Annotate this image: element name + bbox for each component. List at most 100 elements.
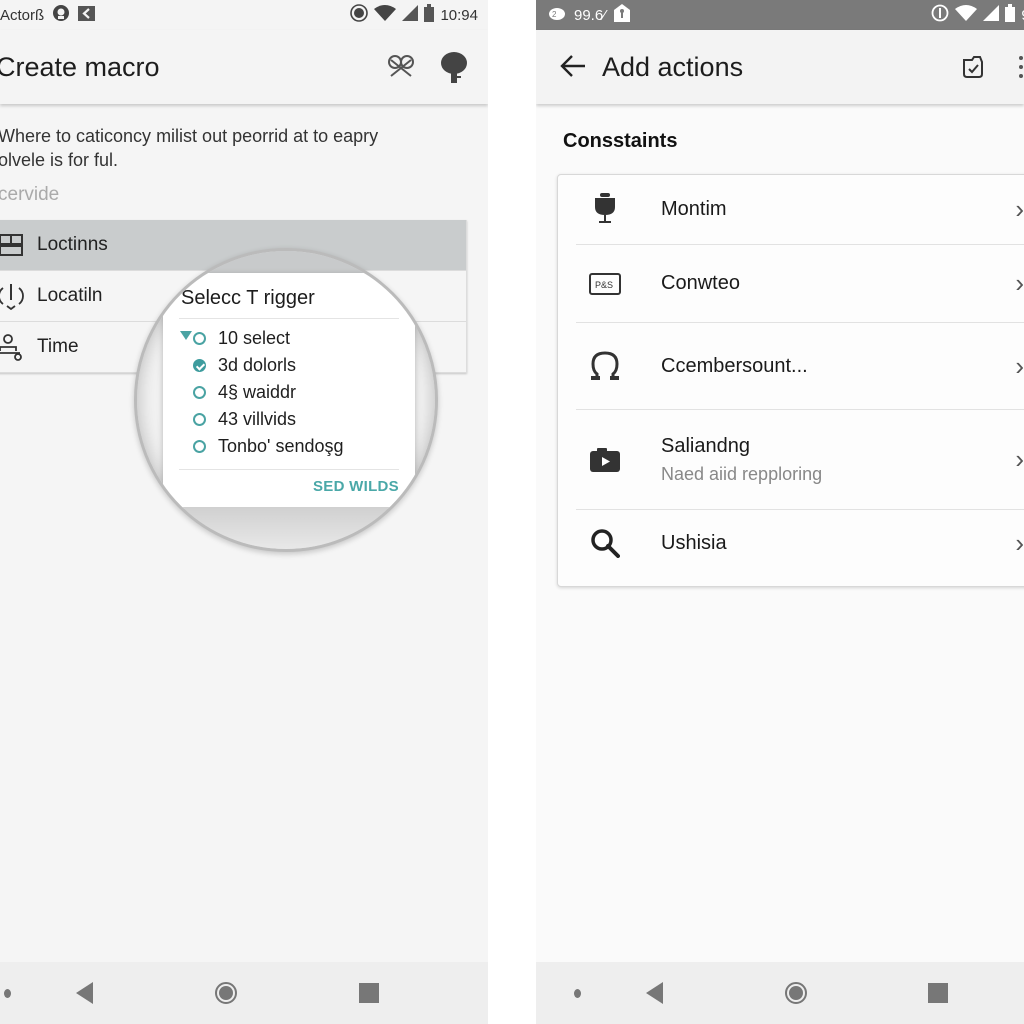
back-icon [76, 982, 93, 1004]
option-label: Tonbo' sendoşg [218, 436, 344, 456]
location-sync-icon [0, 283, 24, 310]
section-title: Consstaints [563, 130, 678, 152]
microphone-icon [588, 192, 622, 226]
select-trigger-dialog: Selecc T rigger 10 select 3d dolorls 4§ … [163, 273, 415, 509]
nav-bar [0, 962, 488, 1024]
radio-button[interactable] [193, 440, 206, 453]
action-item-montim[interactable]: Montim › [558, 175, 1024, 243]
more-icon[interactable] [1018, 54, 1024, 80]
back-icon [646, 982, 663, 1004]
create-macro-screen: Actorß 10:94 Create macro Where to catic… [0, 0, 488, 1024]
clock: 10:94 [440, 6, 478, 24]
app-bar: Add actions [536, 30, 1024, 104]
record-icon [350, 4, 369, 26]
radio-button[interactable] [193, 386, 206, 399]
triangle-marker-icon [180, 331, 192, 340]
chevron-right-icon: › [1015, 350, 1024, 381]
balloon-icon[interactable] [440, 52, 470, 84]
dialog-action-button[interactable]: SED WILDS [313, 478, 399, 495]
action-title: Ccembersount... [661, 354, 808, 377]
description-text: Where to caticoncy milist out peorrid at… [0, 126, 379, 170]
signal-icon [983, 5, 1000, 25]
wifi-icon [374, 5, 397, 25]
divider [179, 469, 399, 470]
magnifier-shadow [137, 507, 435, 549]
magnifier-overlay: Selecc T rigger 10 select 3d dolorls 4§ … [134, 248, 438, 552]
action-item-ushisia[interactable]: Ushisia › [558, 510, 1024, 576]
chevron-right-icon: › [1015, 527, 1024, 558]
trigger-option[interactable]: 10 select [180, 328, 291, 349]
signal-icon [402, 5, 419, 25]
data-usage-label: 99.6⁄ [574, 6, 606, 24]
omega-icon [588, 349, 622, 383]
recents-icon [928, 983, 948, 1003]
trigger-item-label: Locatiln [37, 285, 103, 306]
dialog-title: Selecc T rigger [181, 287, 315, 309]
link-icon[interactable] [386, 54, 416, 80]
page-title: Add actions [602, 51, 744, 82]
action-title: Ushisia [661, 531, 727, 554]
svg-text:P&S: P&S [595, 280, 613, 290]
page-title: Create macro [0, 51, 160, 82]
calendar-check-icon[interactable] [960, 54, 986, 80]
battery-icon [1005, 4, 1016, 26]
key-icon [613, 4, 630, 26]
home-button[interactable] [215, 982, 237, 1004]
notification-k-icon [78, 5, 96, 25]
battery-icon [424, 4, 435, 26]
cloud-icon: 2 [548, 6, 566, 24]
trigger-item-label: Loctinns [37, 234, 108, 255]
status-bar: 2 99.6⁄ 91 [536, 0, 1024, 30]
nav-bar [536, 962, 1024, 1024]
wifi-icon [955, 5, 978, 25]
add-actions-screen: 2 99.6⁄ 91 Add actions [536, 0, 1024, 1024]
carrier-label: Actorß [0, 6, 45, 24]
recents-button[interactable] [928, 983, 948, 1003]
divider [179, 318, 399, 319]
info-icon [931, 4, 949, 26]
section-hint: cervide [0, 184, 60, 205]
nav-dot [4, 988, 11, 998]
home-icon [785, 982, 807, 1004]
trigger-option[interactable]: Tonbo' sendoşg [193, 436, 344, 457]
back-button[interactable] [76, 982, 93, 1004]
action-item-ccembersount[interactable]: Ccembersount... › [558, 323, 1024, 409]
trigger-item-label: Time [37, 336, 79, 357]
action-item-saliandng[interactable]: Saliandng Naed aiid repploring › [558, 410, 1024, 509]
action-title: Saliandng [661, 434, 750, 457]
chevron-right-icon: › [1015, 193, 1024, 224]
trigger-option[interactable]: 43 villvids [193, 409, 296, 430]
person-vehicle-icon [0, 334, 24, 361]
video-camera-icon [588, 443, 622, 477]
option-label: 4§ waiddr [218, 382, 297, 402]
radio-button[interactable] [193, 413, 206, 426]
home-button[interactable] [785, 982, 807, 1004]
actions-list: Montim › P&S Conwteo › Ccembersount... › [557, 174, 1024, 587]
action-item-conwteo[interactable]: P&S Conwteo › [558, 245, 1024, 322]
nav-dot [574, 988, 581, 998]
search-icon [588, 526, 622, 560]
action-title: Conwteo [661, 272, 740, 294]
option-label: 43 villvids [218, 409, 297, 429]
radio-button-checked[interactable] [193, 359, 206, 372]
keyboard-icon: P&S [588, 267, 622, 301]
radio-button[interactable] [193, 332, 206, 345]
option-label: 3d dolorls [218, 355, 297, 375]
action-subtitle: Naed aiid repploring [661, 463, 823, 484]
back-button[interactable] [646, 982, 663, 1004]
home-icon [215, 982, 237, 1004]
app-bar: Create macro [0, 30, 488, 104]
status-bar: Actorß 10:94 [0, 0, 488, 30]
svg-text:2: 2 [552, 10, 557, 19]
chevron-right-icon: › [1015, 444, 1024, 474]
trigger-option[interactable]: 3d dolorls [193, 355, 296, 376]
recents-icon [359, 983, 379, 1003]
action-title: Montim [661, 197, 727, 220]
option-label: 10 select [218, 328, 291, 348]
trigger-option[interactable]: 4§ waiddr [193, 382, 296, 403]
chevron-right-icon: › [1015, 268, 1024, 298]
globe-icon [52, 4, 70, 26]
layout-icon [0, 232, 24, 258]
recents-button[interactable] [359, 983, 379, 1003]
arrow-left-icon[interactable] [560, 54, 586, 78]
